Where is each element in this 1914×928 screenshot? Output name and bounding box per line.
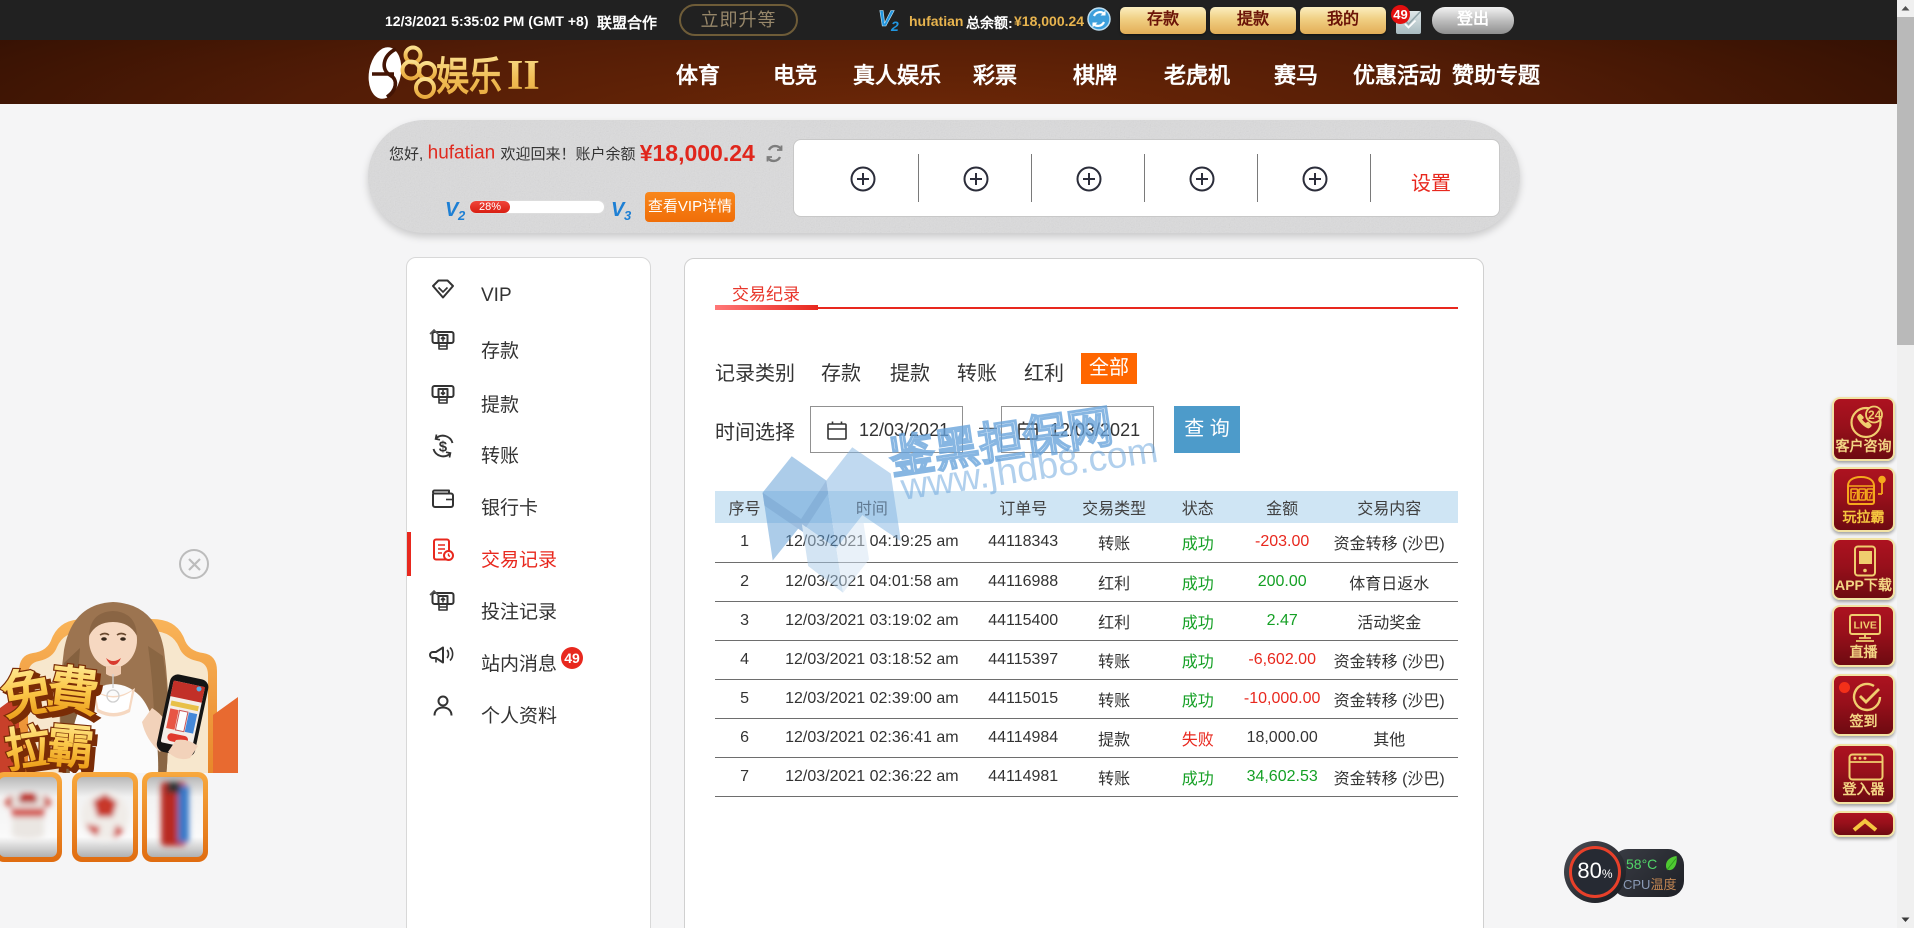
svg-text:2: 2 <box>890 18 899 32</box>
svg-text:3: 3 <box>624 208 632 222</box>
svg-text:LIVE: LIVE <box>1854 620 1877 632</box>
svg-text:II: II <box>507 53 540 99</box>
svg-text:7: 7 <box>1852 491 1857 501</box>
svg-text:費: 費 <box>44 660 103 724</box>
svg-text:$: $ <box>439 439 448 456</box>
svg-text:24: 24 <box>1868 408 1882 422</box>
svg-text:7: 7 <box>1868 491 1873 501</box>
svg-text:7: 7 <box>1860 491 1865 501</box>
svg-text:娱乐: 娱乐 <box>436 54 502 99</box>
svg-text:霸: 霸 <box>45 718 96 773</box>
svg-text:2: 2 <box>457 208 466 222</box>
